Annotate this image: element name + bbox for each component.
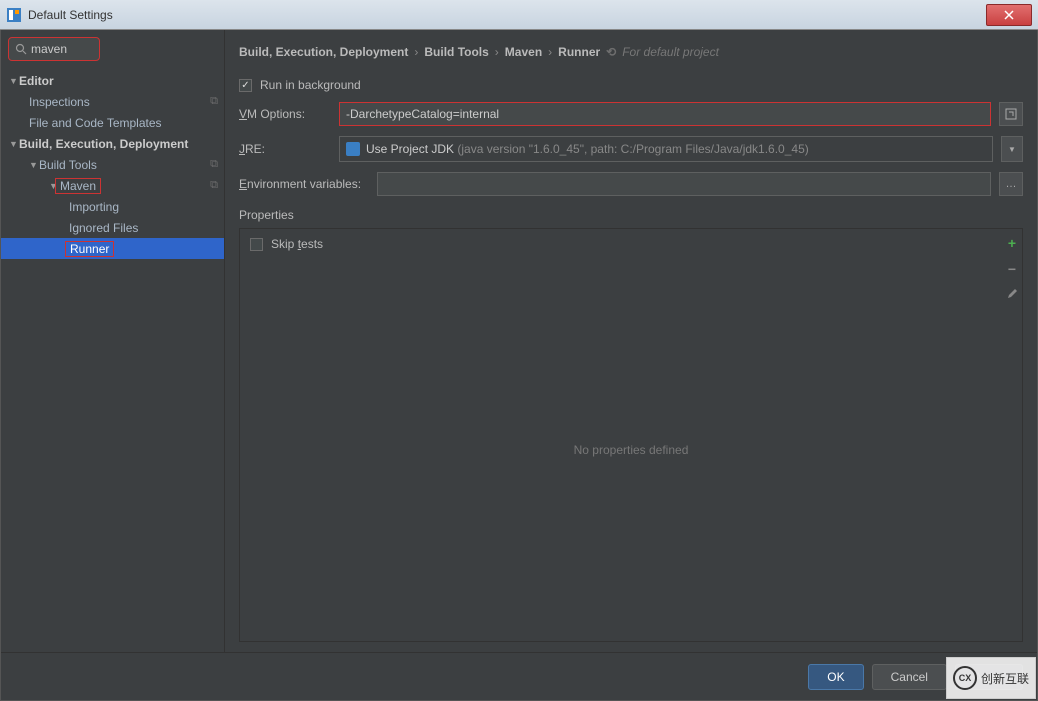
env-vars-row: Environment variables: …: [239, 172, 1023, 196]
reset-icon[interactable]: ⟲: [606, 45, 616, 59]
app-icon: [6, 7, 22, 23]
watermark-text: 创新互联: [981, 670, 1029, 687]
jdk-icon: [346, 142, 360, 156]
pencil-icon: [1006, 288, 1018, 300]
remove-property-button[interactable]: −: [1006, 261, 1018, 277]
env-vars-input[interactable]: [377, 172, 991, 196]
window-title: Default Settings: [28, 8, 986, 22]
env-vars-label: Environment variables:: [239, 177, 369, 191]
scope-icon: ⧉: [210, 179, 218, 192]
watermark-logo: CX: [953, 666, 977, 690]
tree-importing[interactable]: Importing: [1, 196, 224, 217]
watermark: CX 创新互联: [946, 657, 1036, 699]
search-input[interactable]: [31, 42, 93, 56]
jre-combo[interactable]: Use Project JDK (java version "1.6.0_45"…: [339, 136, 993, 162]
tree-editor[interactable]: ▼Editor: [1, 70, 224, 91]
bc-part[interactable]: Maven: [505, 45, 542, 59]
search-icon: [15, 43, 27, 55]
skip-tests-checkbox[interactable]: [250, 238, 263, 251]
vm-options-expand-button[interactable]: [999, 102, 1023, 126]
edit-property-button[interactable]: [1006, 287, 1018, 303]
properties-panel: Skip tests No properties defined + −: [239, 228, 1023, 642]
properties-label: Properties: [239, 208, 1023, 222]
tree-maven[interactable]: ▼Maven⧉: [1, 175, 224, 196]
cancel-button[interactable]: Cancel: [872, 664, 947, 690]
bc-part[interactable]: Build, Execution, Deployment: [239, 45, 408, 59]
add-property-button[interactable]: +: [1006, 235, 1018, 251]
tree-build-exec-deploy[interactable]: ▼Build, Execution, Deployment: [1, 133, 224, 154]
expand-icon: [1005, 108, 1017, 120]
close-icon: [1004, 10, 1014, 20]
vm-options-input[interactable]: [339, 102, 991, 126]
jre-label: JRE:: [239, 142, 331, 156]
properties-empty: No properties defined: [240, 259, 1022, 641]
env-vars-browse-button[interactable]: …: [999, 172, 1023, 196]
scope-icon: ⧉: [210, 95, 218, 108]
tree-inspections[interactable]: Inspections⧉: [1, 91, 224, 112]
settings-sidebar: ▼Editor Inspections⧉ File and Code Templ…: [1, 30, 225, 652]
settings-content: Build, Execution, Deployment› Build Tool…: [225, 30, 1037, 652]
run-background-checkbox[interactable]: ✓: [239, 79, 252, 92]
settings-tree: ▼Editor Inspections⧉ File and Code Templ…: [1, 68, 224, 652]
dialog-footer: OK Cancel Apply: [1, 652, 1037, 700]
breadcrumb: Build, Execution, Deployment› Build Tool…: [239, 40, 1023, 64]
jre-dropdown-button[interactable]: ▼: [1001, 136, 1023, 162]
vm-options-label: VM Options:: [239, 107, 331, 121]
tree-file-templates[interactable]: File and Code Templates: [1, 112, 224, 133]
bc-note: For default project: [622, 45, 719, 59]
bc-part: Runner: [558, 45, 600, 59]
scope-icon: ⧉: [210, 158, 218, 171]
titlebar: Default Settings: [0, 0, 1038, 30]
tree-runner[interactable]: Runner: [1, 238, 224, 259]
jre-row: JRE: Use Project JDK (java version "1.6.…: [239, 136, 1023, 162]
skip-tests-label: Skip tests: [271, 237, 323, 251]
properties-toolbar: + −: [1006, 235, 1018, 303]
ok-button[interactable]: OK: [808, 664, 863, 690]
bc-part[interactable]: Build Tools: [424, 45, 488, 59]
tree-ignored-files[interactable]: Ignored Files: [1, 217, 224, 238]
vm-options-row: VM Options:: [239, 102, 1023, 126]
search-box[interactable]: [8, 37, 100, 61]
run-background-label: Run in background: [260, 78, 361, 92]
window-close-button[interactable]: [986, 4, 1032, 26]
run-background-row: ✓ Run in background: [239, 78, 1023, 92]
tree-build-tools[interactable]: ▼Build Tools⧉: [1, 154, 224, 175]
